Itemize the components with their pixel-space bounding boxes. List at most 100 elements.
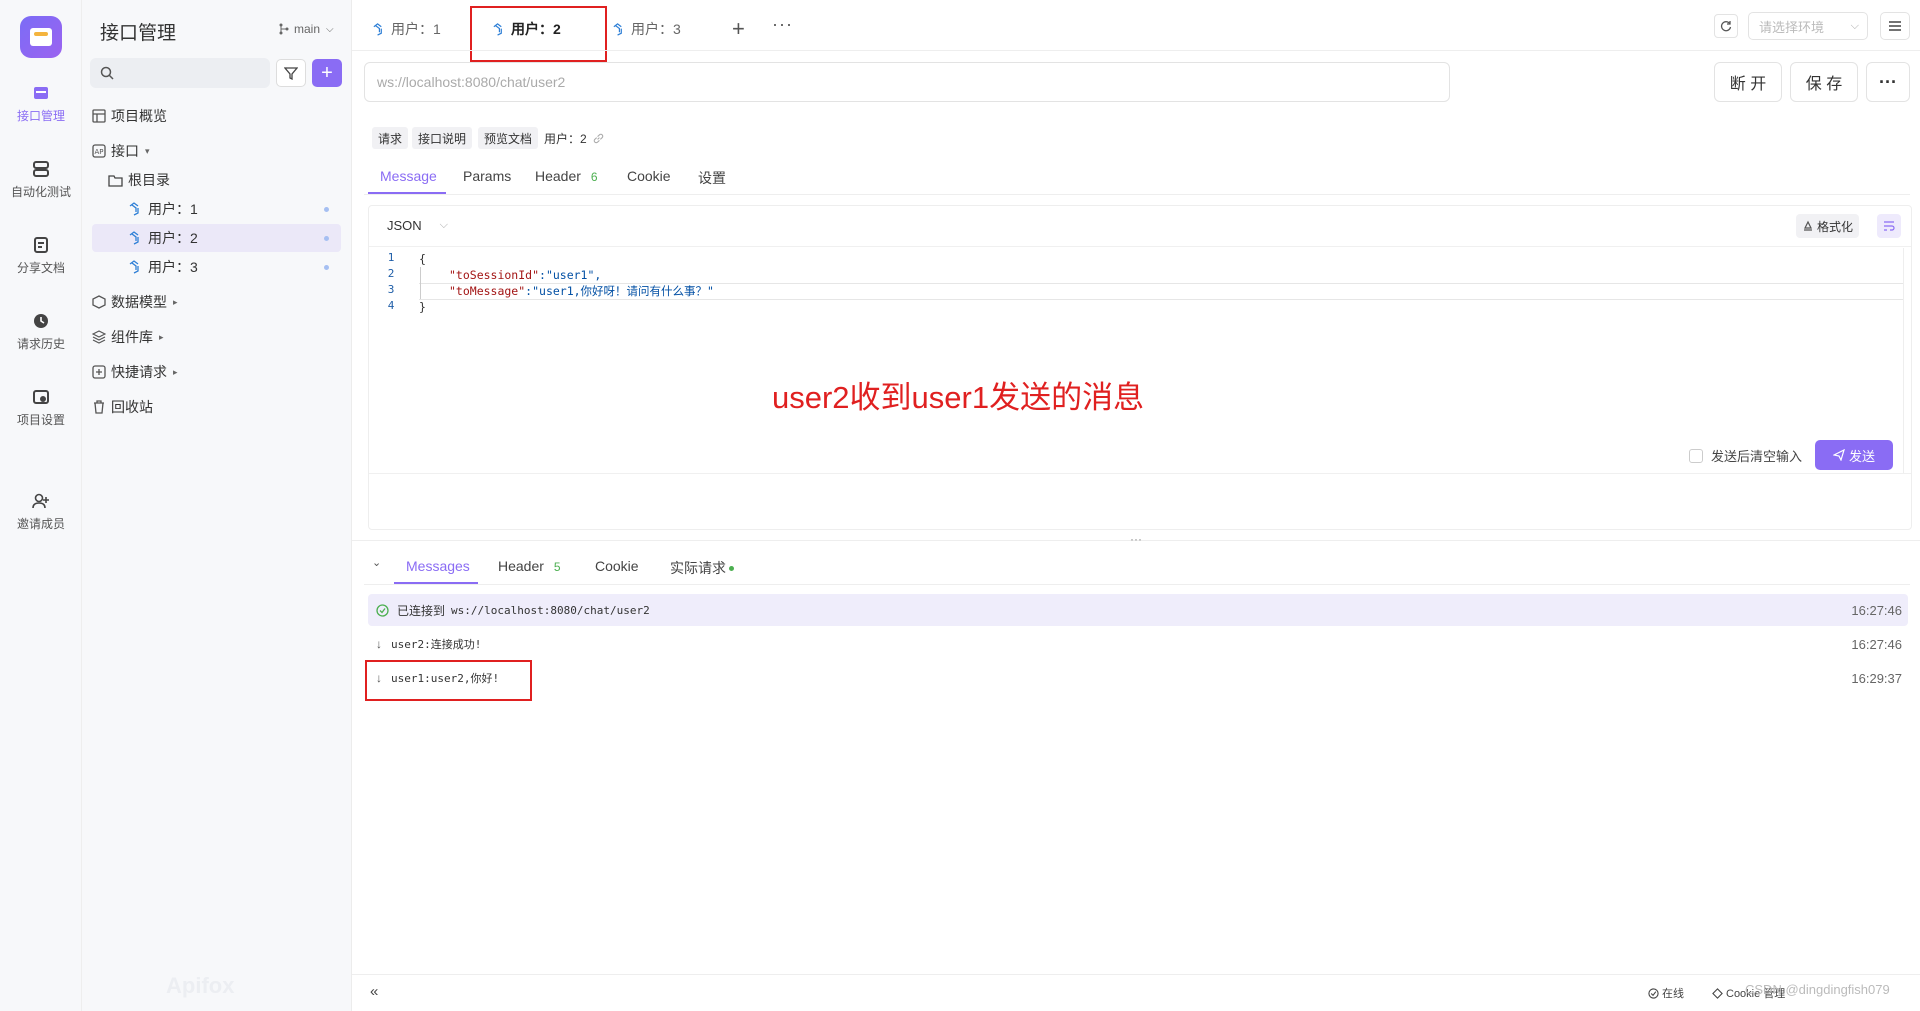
search-input[interactable]: [90, 58, 270, 88]
tab-user-3[interactable]: 用户：3: [612, 14, 681, 44]
interface-icon: AP: [92, 144, 106, 158]
online-status[interactable]: 在线: [1648, 985, 1684, 1001]
wrap-icon: [1884, 221, 1895, 231]
sidebar-title: 接口管理: [100, 23, 177, 44]
app-logo[interactable]: [20, 16, 62, 58]
nav-recycle-bin[interactable]: 回收站: [92, 393, 341, 421]
url-input[interactable]: ws://localhost:8080/chat/user2: [364, 62, 1450, 102]
history-icon: [34, 314, 48, 328]
disconnect-button[interactable]: 断 开: [1714, 62, 1782, 102]
api-management-icon: [34, 87, 48, 99]
nav-data-models[interactable]: 数据模型 ▸: [92, 288, 341, 316]
nav-quick-requests[interactable]: 快捷请求 ▸: [92, 358, 341, 386]
more-dots-icon: ···: [1879, 71, 1897, 92]
main-panel: 用户：1 用户：2 用户：3 + ··· 请选择环境 ⌵ ws://localh…: [352, 0, 1920, 1011]
quick-request-icon: [92, 365, 106, 379]
editor-toolbar-divider: [369, 246, 1911, 247]
websocket-icon: [129, 260, 139, 274]
indent-guide: [420, 267, 421, 299]
refresh-env-button[interactable]: [1714, 14, 1738, 38]
nav-item-user-2[interactable]: 用户：2: [92, 224, 341, 252]
branch-icon: [279, 23, 289, 35]
add-button[interactable]: +: [312, 59, 342, 87]
rail-item-invite-member[interactable]: 邀请成员: [0, 492, 82, 532]
editor-scrollbar[interactable]: [1903, 248, 1911, 473]
automation-test-icon: [33, 161, 49, 177]
wrap-toggle[interactable]: [1877, 214, 1901, 238]
message-row-connected[interactable]: 已连接到 ws://localhost:8080/chat/user2 16:2…: [368, 594, 1908, 626]
tab-response-cookie[interactable]: Cookie: [595, 558, 639, 574]
branch-selector[interactable]: main ⌵: [278, 22, 334, 36]
project-settings-icon: [33, 390, 49, 404]
overview-icon: [92, 109, 106, 123]
nav-component-library[interactable]: 组件库 ▸: [92, 323, 341, 351]
tabs-divider: [352, 50, 1920, 51]
tab-header[interactable]: Header 6: [535, 168, 598, 184]
send-icon: [1832, 449, 1845, 461]
link-icon[interactable]: [593, 133, 604, 144]
highlight-box-active-tab: [470, 6, 607, 62]
chip-api-doc[interactable]: 接口说明: [412, 127, 473, 149]
format-button[interactable]: 格式化: [1796, 214, 1860, 238]
csdn-watermark: CSDN @dingdingfish079: [1745, 982, 1890, 997]
data-model-icon: [92, 295, 106, 309]
chip-request[interactable]: 请求: [372, 127, 409, 149]
tab-cookie[interactable]: Cookie: [627, 168, 671, 184]
refresh-icon: [1720, 21, 1732, 32]
message-row-received[interactable]: ↓ user1:user2,你好! 16:29:37: [368, 662, 1908, 694]
environment-select[interactable]: 请选择环境 ⌵: [1748, 12, 1868, 40]
online-icon: [1648, 987, 1659, 999]
share-docs-icon: [34, 237, 48, 253]
nav-root-folder[interactable]: 根目录: [92, 166, 341, 194]
nav-item-user-3[interactable]: 用户：3: [92, 253, 341, 281]
collapse-response-icon[interactable]: ⌄: [372, 556, 381, 569]
rail-item-share-docs[interactable]: 分享文档: [0, 236, 82, 276]
splitter-handle-icon[interactable]: ···: [1130, 532, 1142, 546]
websocket-icon: [373, 22, 382, 36]
collapse-sidebar-icon[interactable]: «: [370, 983, 378, 1000]
checkbox-box[interactable]: [1689, 448, 1703, 463]
more-tabs-icon[interactable]: ···: [772, 14, 793, 35]
chevron-down-icon: ⌵: [326, 23, 334, 35]
caret-right-icon: ▸: [173, 366, 178, 377]
plus-icon: +: [321, 61, 333, 84]
chevron-down-icon: ⌵: [1850, 19, 1859, 32]
footer-divider: [352, 974, 1920, 975]
more-actions-button[interactable]: ···: [1866, 62, 1910, 102]
menu-button[interactable]: [1880, 12, 1910, 40]
rail-item-automation-test[interactable]: 自动化测试: [0, 160, 82, 200]
rail-item-history[interactable]: 请求历史: [0, 312, 82, 352]
folder-icon: [108, 174, 123, 187]
tab-params[interactable]: Params: [463, 168, 511, 184]
tab-messages[interactable]: Messages: [406, 558, 470, 574]
code-line-1: {: [419, 252, 426, 266]
editor-bottom-divider: [369, 473, 1911, 474]
tab-response-header[interactable]: Header 5: [498, 558, 561, 574]
tab-message[interactable]: Message: [380, 168, 437, 184]
rail-item-api-management[interactable]: 接口管理: [0, 84, 82, 124]
code-editor[interactable]: 1 2 3 4 { "toSessionId":"user1", "toMess…: [373, 248, 1903, 473]
code-line-4: }: [419, 300, 426, 314]
nav-project-overview[interactable]: 项目概览: [92, 102, 341, 130]
nav-item-user-1[interactable]: 用户：1: [92, 195, 341, 223]
clear-after-send-checkbox[interactable]: 发送后清空输入: [1689, 446, 1802, 465]
format-select[interactable]: JSON ⌵: [387, 218, 448, 233]
sidebar: 接口管理 main ⌵ + 项目概览 AP 接口 ▾ 根目录 用户：1 用户：2…: [82, 0, 352, 1011]
message-row-received[interactable]: ↓ user2:连接成功! 16:27:46: [368, 628, 1908, 660]
caret-right-icon: ▸: [173, 296, 178, 307]
filter-button[interactable]: [276, 59, 306, 87]
highlight-box-message: [365, 660, 532, 701]
add-tab-icon[interactable]: +: [732, 16, 745, 42]
chip-preview-doc[interactable]: 预览文档: [478, 127, 539, 149]
arrow-down-icon: ↓: [376, 637, 382, 651]
save-button[interactable]: 保 存: [1790, 62, 1858, 102]
tab-settings[interactable]: 设置: [698, 168, 726, 188]
tab-actual-request[interactable]: 实际请求: [670, 558, 734, 578]
status-dot: [324, 264, 329, 270]
send-button[interactable]: 发送: [1815, 440, 1893, 470]
rail-item-project-settings[interactable]: 项目设置: [0, 388, 82, 428]
tab-user-1[interactable]: 用户：1: [372, 14, 441, 44]
subtabs-divider: [364, 194, 1910, 195]
icon-rail: 接口管理 自动化测试 分享文档 请求历史 项目设置 邀请成员: [0, 0, 82, 1011]
nav-interfaces[interactable]: AP 接口 ▾: [92, 137, 341, 165]
